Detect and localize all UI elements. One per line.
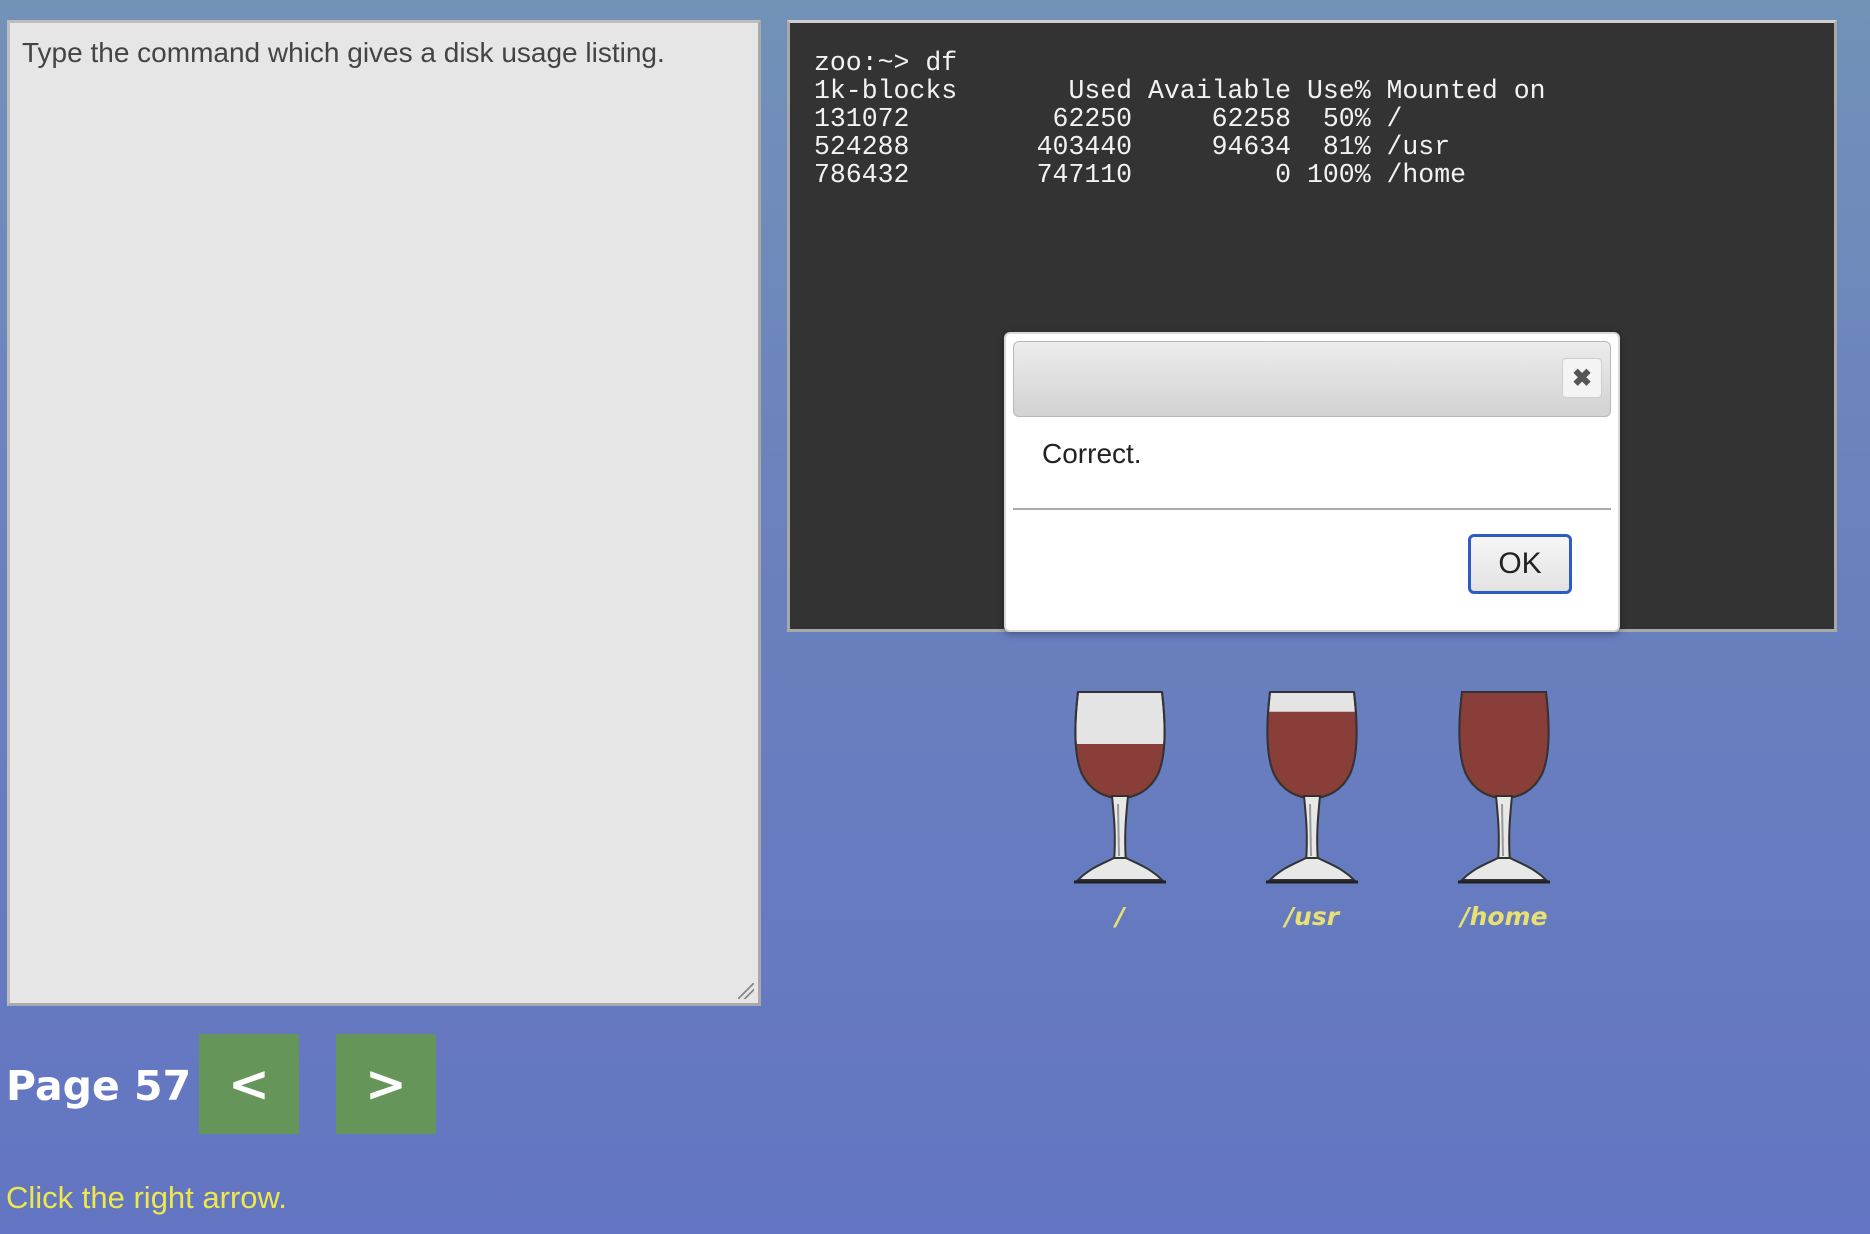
terminal-line: zoo:~> df — [814, 48, 958, 78]
glass-label-home: /home — [1460, 902, 1548, 931]
prev-page-button[interactable]: < — [199, 1034, 299, 1134]
hint-text: Click the right arrow. — [6, 1180, 287, 1215]
wine-glass-usr-icon — [1264, 686, 1360, 886]
dialog-divider — [1013, 508, 1611, 510]
terminal-line: 1k-blocks Used Available Use% Mounted on — [814, 76, 1546, 106]
page-number: Page 57 — [6, 1062, 192, 1110]
terminal-line: 524288 403440 94634 81% /usr — [814, 132, 1451, 162]
glass-label-root: / — [1115, 902, 1125, 931]
terminal-output: zoo:~> df 1k-blocks Used Available Use% … — [814, 49, 1546, 189]
next-page-button[interactable]: > — [336, 1034, 436, 1134]
wine-glass-root-icon — [1072, 686, 1168, 886]
wine-glass-home-icon — [1456, 686, 1552, 886]
ok-button[interactable]: OK — [1468, 534, 1572, 594]
dialog-message: Correct. — [1042, 438, 1142, 469]
dialog-titlebar[interactable]: ✖ — [1013, 341, 1611, 417]
close-icon[interactable]: ✖ — [1562, 358, 1602, 398]
terminal-line: 786432 747110 0 100% /home — [814, 160, 1467, 190]
resize-handle-icon[interactable] — [738, 983, 754, 999]
glass-label-usr: /usr — [1284, 902, 1340, 931]
alert-dialog: ✖ Correct. OK — [1004, 332, 1620, 632]
terminal-line: 131072 62250 62258 50% / — [814, 104, 1403, 134]
instructions-textarea[interactable]: Type the command which gives a disk usag… — [7, 20, 761, 1006]
instructions-text: Type the command which gives a disk usag… — [22, 37, 665, 68]
